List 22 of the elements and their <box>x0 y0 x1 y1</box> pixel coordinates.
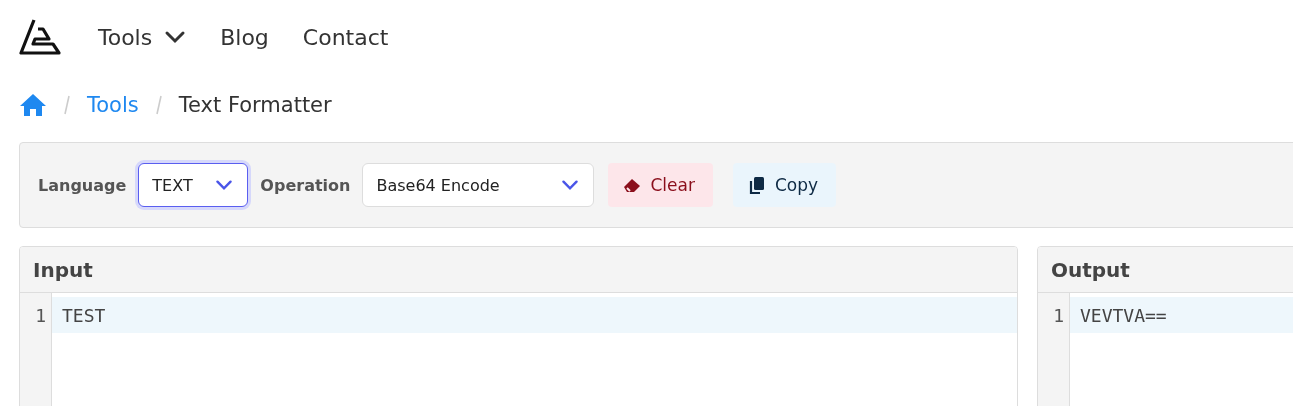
line-number: 1 <box>34 303 47 328</box>
caret-icon <box>164 30 187 44</box>
breadcrumb-separator <box>63 95 71 115</box>
select-dropdown[interactable]: Base64 Encode <box>362 163 595 207</box>
panel-title: Input <box>20 247 1017 293</box>
logo-icon[interactable] <box>19 18 61 56</box>
field-label: Operation <box>260 175 351 195</box>
line-number: 1 <box>1052 303 1065 328</box>
field-label: Language <box>38 175 127 195</box>
copy-button[interactable]: Copy <box>732 163 837 207</box>
select-dropdown[interactable]: TEXT <box>138 163 249 207</box>
breadcrumb-separator <box>154 95 163 115</box>
chevron-icon <box>561 179 580 191</box>
nav-link[interactable]: Blog <box>220 24 269 50</box>
clear-button[interactable]: Clear <box>608 163 713 207</box>
breadcrumb-current: Text Formatter <box>178 93 332 117</box>
nav-menu[interactable]: Tools <box>98 24 187 50</box>
breadcrumb-link[interactable]: Tools <box>87 93 139 117</box>
home-icon[interactable] <box>19 93 47 117</box>
nav-link[interactable]: Contact <box>302 24 389 50</box>
panel-title: Output <box>1038 247 1293 293</box>
chevron-icon <box>215 179 234 191</box>
